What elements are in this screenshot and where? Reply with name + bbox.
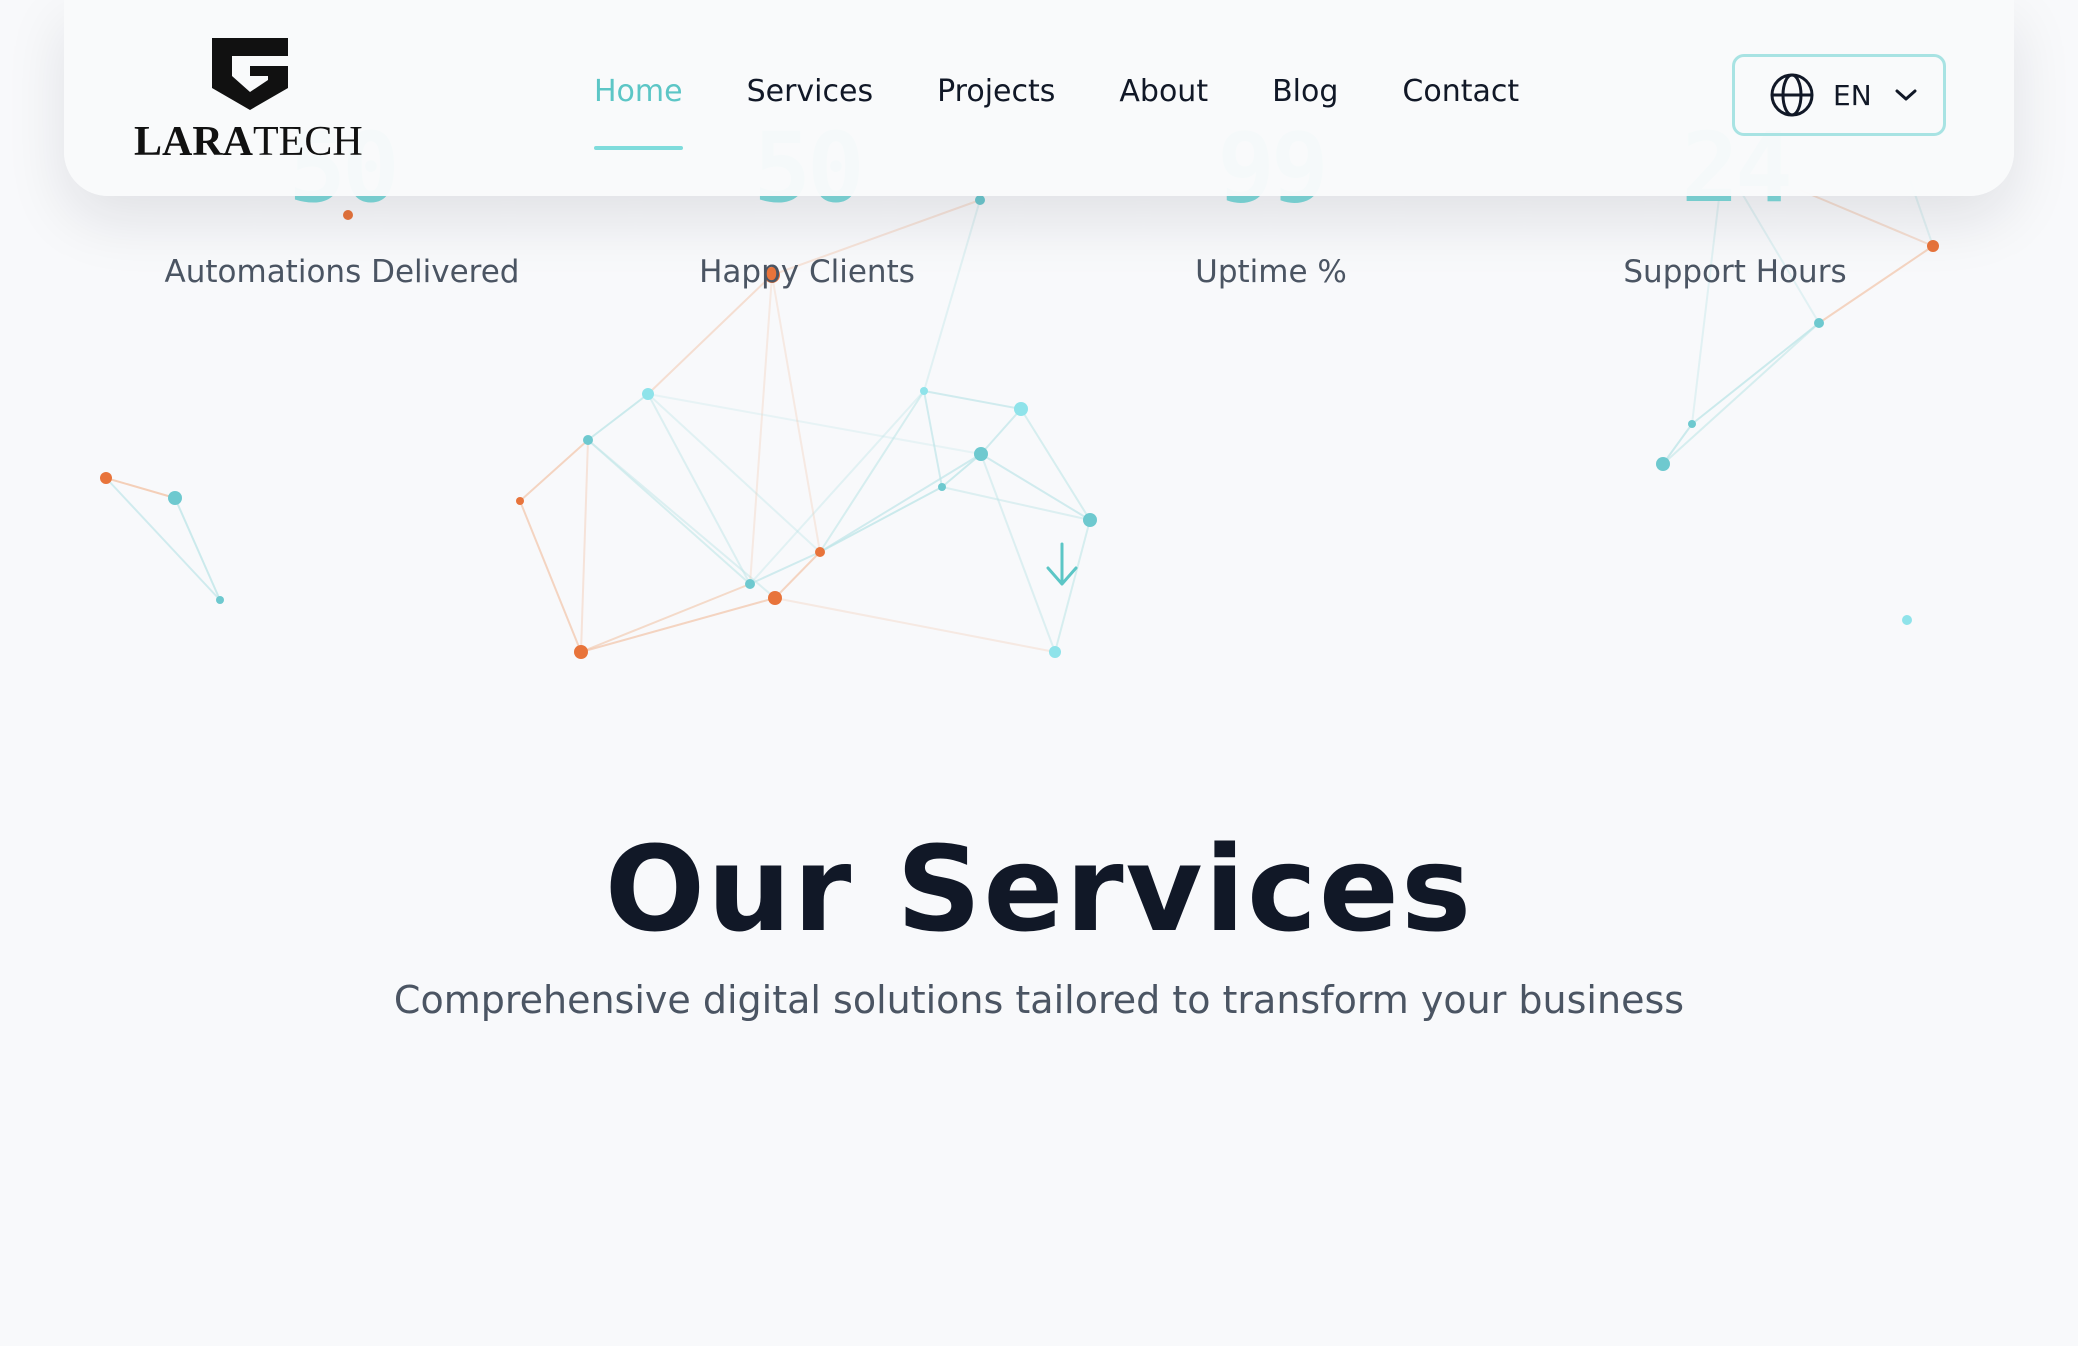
logo[interactable]: LARATECH <box>134 36 374 166</box>
logo-text: LARATECH <box>134 119 363 165</box>
site-header: LARATECH Home Services Projects About Bl… <box>64 0 2014 196</box>
stat-label: Happy Clients <box>699 254 915 290</box>
nav-home[interactable]: Home <box>594 74 683 150</box>
language-selector[interactable]: EN <box>1732 54 1946 136</box>
stat-label: Automations Delivered <box>164 254 520 290</box>
arrow-down-icon[interactable] <box>1044 540 1080 590</box>
nav-projects[interactable]: Projects <box>937 74 1055 134</box>
language-code: EN <box>1833 78 1872 112</box>
stat-label: Support Hours <box>1623 254 1847 290</box>
stat-label: Uptime % <box>1195 254 1347 290</box>
services-subtitle: Comprehensive digital solutions tailored… <box>393 978 1685 1022</box>
page: 50 Automations Delivered 50 Happy Client… <box>0 0 2078 1346</box>
nav-services[interactable]: Services <box>747 74 874 134</box>
nav-contact[interactable]: Contact <box>1402 74 1519 134</box>
nav-about[interactable]: About <box>1119 74 1208 134</box>
main-nav: Home Services Projects About Blog Contac… <box>594 74 1583 150</box>
services-title: Our Services <box>604 820 1474 958</box>
logo-mark-icon <box>212 38 288 110</box>
globe-icon <box>1770 73 1814 117</box>
chevron-down-icon <box>1895 89 1917 101</box>
nav-blog[interactable]: Blog <box>1272 74 1338 134</box>
